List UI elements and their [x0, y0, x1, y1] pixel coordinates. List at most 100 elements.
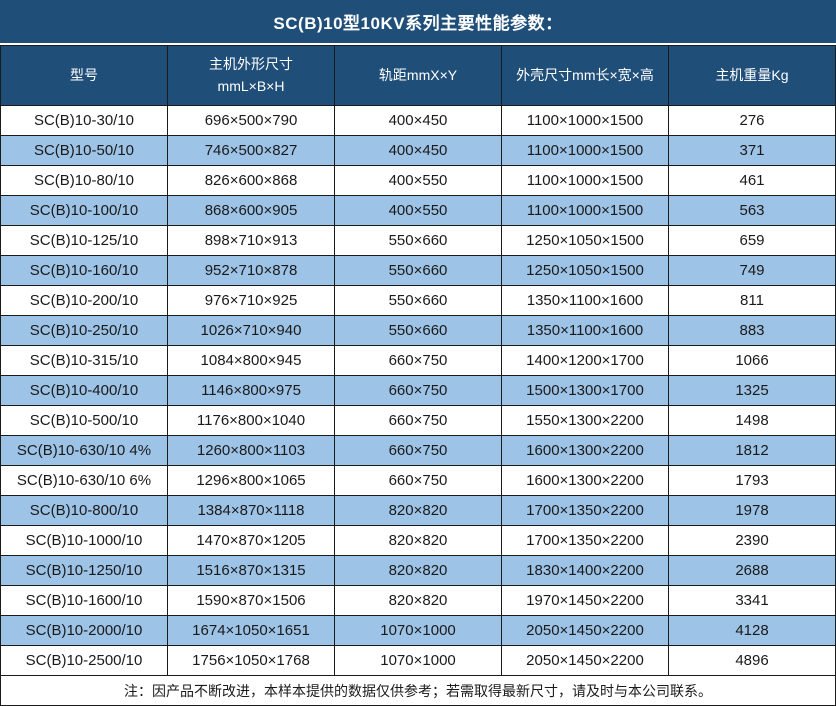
cell-model: SC(B)10-315/10 [1, 346, 168, 376]
cell-host-dimensions: 1146×800×975 [168, 376, 335, 406]
table-row: SC(B)10-1250/101516×870×1315820×8201830×… [1, 556, 836, 586]
cell-host-dimensions: 1516×870×1315 [168, 556, 335, 586]
table-row: SC(B)10-2000/101674×1050×16511070×100020… [1, 616, 836, 646]
cell-weight: 371 [669, 136, 836, 166]
cell-shell-dimensions: 1830×1400×2200 [502, 556, 669, 586]
cell-shell-dimensions: 2050×1450×2200 [502, 646, 669, 676]
cell-model: SC(B)10-500/10 [1, 406, 168, 436]
cell-shell-dimensions: 1700×1350×2200 [502, 526, 669, 556]
cell-weight: 1793 [669, 466, 836, 496]
cell-rail-gauge: 1070×1000 [335, 646, 502, 676]
cell-shell-dimensions: 1500×1300×1700 [502, 376, 669, 406]
cell-host-dimensions: 1026×710×940 [168, 316, 335, 346]
cell-model: SC(B)10-2500/10 [1, 646, 168, 676]
cell-rail-gauge: 660×750 [335, 466, 502, 496]
table-row: SC(B)10-315/101084×800×945660×7501400×12… [1, 346, 836, 376]
cell-shell-dimensions: 1100×1000×1500 [502, 106, 669, 136]
table-row: SC(B)10-1000/101470×870×1205820×8201700×… [1, 526, 836, 556]
cell-model: SC(B)10-200/10 [1, 286, 168, 316]
cell-model: SC(B)10-80/10 [1, 166, 168, 196]
cell-rail-gauge: 1070×1000 [335, 616, 502, 646]
cell-weight: 2390 [669, 526, 836, 556]
table-row: SC(B)10-250/101026×710×940550×6601350×11… [1, 316, 836, 346]
cell-model: SC(B)10-100/10 [1, 196, 168, 226]
spec-sheet: SC(B)10型10KV系列主要性能参数： 型号 主机外形尺寸 mmL×B×H … [0, 0, 836, 705]
cell-shell-dimensions: 1600×1300×2200 [502, 436, 669, 466]
cell-host-dimensions: 1296×800×1065 [168, 466, 335, 496]
column-header-rail-gauge: 轨距mmX×Y [335, 46, 502, 106]
cell-rail-gauge: 660×750 [335, 436, 502, 466]
cell-rail-gauge: 660×750 [335, 376, 502, 406]
cell-rail-gauge: 820×820 [335, 556, 502, 586]
table-row: SC(B)10-100/10868×600×905400×5501100×100… [1, 196, 836, 226]
table-row: SC(B)10-200/10976×710×925550×6601350×110… [1, 286, 836, 316]
cell-model: SC(B)10-1600/10 [1, 586, 168, 616]
cell-rail-gauge: 820×820 [335, 586, 502, 616]
cell-shell-dimensions: 2050×1450×2200 [502, 616, 669, 646]
cell-host-dimensions: 826×600×868 [168, 166, 335, 196]
cell-rail-gauge: 400×450 [335, 106, 502, 136]
table-row: SC(B)10-630/10 4%1260×800×1103660×750160… [1, 436, 836, 466]
table-row: SC(B)10-125/10898×710×913550×6601250×105… [1, 226, 836, 256]
table-note: 注：因产品不断改进，本样本提供的数据仅供参考；若需取得最新尺寸，请及时与本公司联… [1, 676, 836, 706]
cell-model: SC(B)10-2000/10 [1, 616, 168, 646]
cell-host-dimensions: 1674×1050×1651 [168, 616, 335, 646]
cell-weight: 1812 [669, 436, 836, 466]
cell-shell-dimensions: 1100×1000×1500 [502, 136, 669, 166]
table-row: SC(B)10-400/101146×800×975660×7501500×13… [1, 376, 836, 406]
cell-host-dimensions: 746×500×827 [168, 136, 335, 166]
cell-host-dimensions: 696×500×790 [168, 106, 335, 136]
cell-host-dimensions: 1176×800×1040 [168, 406, 335, 436]
column-header-model: 型号 [1, 46, 168, 106]
cell-shell-dimensions: 1600×1300×2200 [502, 466, 669, 496]
cell-shell-dimensions: 1550×1300×2200 [502, 406, 669, 436]
cell-weight: 1066 [669, 346, 836, 376]
column-header-shell-dimensions: 外壳尺寸mm长×宽×高 [502, 46, 669, 106]
cell-model: SC(B)10-630/10 4% [1, 436, 168, 466]
cell-rail-gauge: 820×820 [335, 526, 502, 556]
cell-shell-dimensions: 1250×1050×1500 [502, 256, 669, 286]
cell-weight: 276 [669, 106, 836, 136]
cell-weight: 461 [669, 166, 836, 196]
cell-rail-gauge: 400×550 [335, 196, 502, 226]
cell-weight: 659 [669, 226, 836, 256]
cell-weight: 749 [669, 256, 836, 286]
cell-rail-gauge: 400×450 [335, 136, 502, 166]
cell-model: SC(B)10-1250/10 [1, 556, 168, 586]
cell-host-dimensions: 898×710×913 [168, 226, 335, 256]
cell-model: SC(B)10-630/10 6% [1, 466, 168, 496]
table-row: SC(B)10-630/10 6%1296×800×1065660×750160… [1, 466, 836, 496]
cell-model: SC(B)10-125/10 [1, 226, 168, 256]
cell-host-dimensions: 952×710×878 [168, 256, 335, 286]
cell-weight: 2688 [669, 556, 836, 586]
cell-rail-gauge: 550×660 [335, 286, 502, 316]
cell-rail-gauge: 400×550 [335, 166, 502, 196]
cell-shell-dimensions: 1350×1100×1600 [502, 316, 669, 346]
cell-weight: 811 [669, 286, 836, 316]
column-header-host-dimensions: 主机外形尺寸 mmL×B×H [168, 46, 335, 106]
cell-rail-gauge: 550×660 [335, 226, 502, 256]
cell-model: SC(B)10-400/10 [1, 376, 168, 406]
cell-host-dimensions: 976×710×925 [168, 286, 335, 316]
cell-weight: 563 [669, 196, 836, 226]
column-header-weight: 主机重量Kg [669, 46, 836, 106]
cell-host-dimensions: 1470×870×1205 [168, 526, 335, 556]
table-row: SC(B)10-500/101176×800×1040660×7501550×1… [1, 406, 836, 436]
cell-weight: 1498 [669, 406, 836, 436]
cell-rail-gauge: 660×750 [335, 406, 502, 436]
cell-rail-gauge: 550×660 [335, 256, 502, 286]
cell-model: SC(B)10-50/10 [1, 136, 168, 166]
table-row: SC(B)10-160/10952×710×878550×6601250×105… [1, 256, 836, 286]
cell-host-dimensions: 1384×870×1118 [168, 496, 335, 526]
cell-model: SC(B)10-30/10 [1, 106, 168, 136]
cell-shell-dimensions: 1100×1000×1500 [502, 196, 669, 226]
cell-shell-dimensions: 1700×1350×2200 [502, 496, 669, 526]
cell-host-dimensions: 1260×800×1103 [168, 436, 335, 466]
cell-host-dimensions: 1084×800×945 [168, 346, 335, 376]
cell-model: SC(B)10-160/10 [1, 256, 168, 286]
cell-host-dimensions: 868×600×905 [168, 196, 335, 226]
note-row: 注：因产品不断改进，本样本提供的数据仅供参考；若需取得最新尺寸，请及时与本公司联… [1, 676, 836, 706]
table-row: SC(B)10-2500/101756×1050×17681070×100020… [1, 646, 836, 676]
cell-shell-dimensions: 1100×1000×1500 [502, 166, 669, 196]
cell-model: SC(B)10-1000/10 [1, 526, 168, 556]
